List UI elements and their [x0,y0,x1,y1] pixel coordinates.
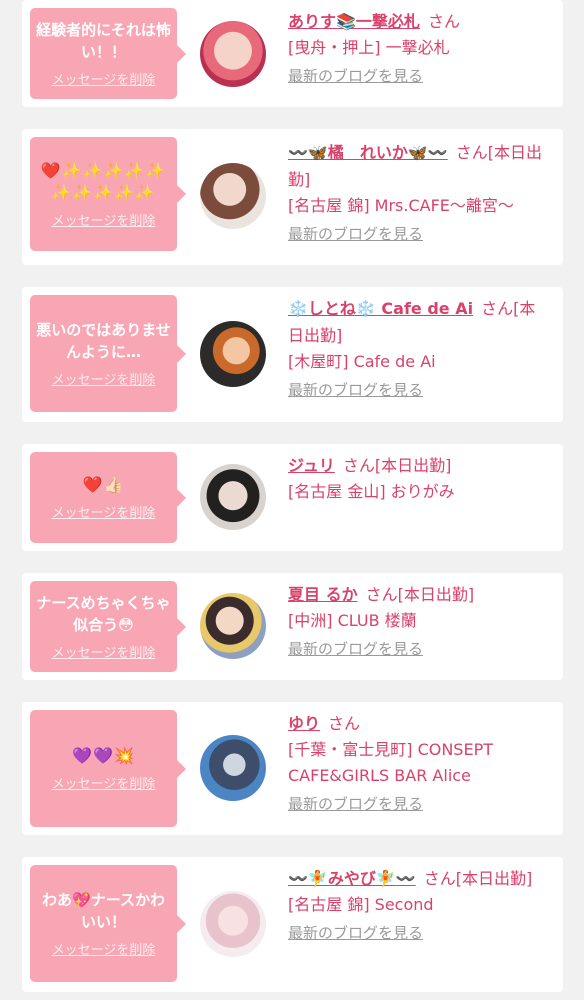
honorific: さん [365,585,398,604]
message-bubble: 経験者的にそれは怖い！！ メッセージを削除 [30,8,186,99]
shop-name: [名古屋 錦] Second [288,895,434,914]
message-card: わあ💖ナースかわいい！ メッセージを削除 〰️🧚みやび🧚〰️ さん[本日出勤] [… [22,857,563,992]
latest-blog-link[interactable]: 最新のブログを見る [288,65,423,87]
delete-message-link[interactable]: メッセージを削除 [52,773,156,792]
avatar[interactable] [200,163,266,229]
message-card: ナースめちゃくちゃ似合う😳 メッセージを削除 夏目 るか さん[本日出勤] [中洲… [22,573,563,680]
avatar[interactable] [200,464,266,530]
shop-name: [名古屋 金山] おりがみ [288,482,455,501]
delete-message-link[interactable]: メッセージを削除 [52,369,156,388]
name-line: ジュリ さん[本日出勤] [288,452,551,479]
status-text: [本日出勤] [374,456,452,475]
message-card: 💜💜💥 メッセージを削除 ゆり さん [千葉・富士見町] CONSEPT CAFE… [22,702,563,835]
sender-name-link[interactable]: ゆり [288,714,320,733]
message-card: ❤️👍🏻 メッセージを削除 ジュリ さん[本日出勤] [名古屋 金山] おりがみ [22,444,563,551]
message-text: 悪いのではありませんように… [36,321,171,361]
avatar[interactable] [200,891,266,957]
name-line: 〰️🧚みやび🧚〰️ さん[本日出勤] [288,865,551,892]
message-list: 経験者的にそれは怖い！！ メッセージを削除 ありす📚一撃必札 さん [曳舟・押上]… [0,0,584,1000]
honorific: さん [481,299,514,318]
name-line: ❄️しとね❄️ Cafe de Ai さん[本日出勤] [288,295,551,349]
delete-message-link[interactable]: メッセージを削除 [52,69,156,88]
avatar[interactable] [200,735,266,801]
honorific: さん [328,714,361,733]
latest-blog-link[interactable]: 最新のブログを見る [288,638,423,660]
latest-blog-link[interactable]: 最新のブログを見る [288,223,423,245]
latest-blog-link[interactable]: 最新のブログを見る [288,379,423,401]
sender-info: ありす📚一撃必札 さん [曳舟・押上] 一撃必札 最新のブログを見る [288,8,551,87]
shop-name: [中洲] CLUB 楼蘭 [288,611,417,630]
sender-info: ジュリ さん[本日出勤] [名古屋 金山] おりがみ [288,452,551,505]
message-bubble: ❤️✨✨✨✨✨✨✨✨✨✨ メッセージを削除 [30,137,186,251]
sender-info: 夏目 るか さん[本日出勤] [中洲] CLUB 楼蘭 最新のブログを見る [288,581,551,660]
message-text: 経験者的にそれは怖い！！ [36,21,171,61]
sender-info: 〰️🦋橘 れいか🦋〰️ さん[本日出勤] [名古屋 錦] Mrs.CAFE〜離宮〜… [288,139,551,245]
honorific: さん [342,456,375,475]
message-bubble: ナースめちゃくちゃ似合う😳 メッセージを削除 [30,581,186,672]
shop-name: [曳舟・押上] 一撃必札 [288,38,450,57]
message-bubble: ❤️👍🏻 メッセージを削除 [30,452,186,543]
delete-message-link[interactable]: メッセージを削除 [52,502,156,521]
shop-name: [千葉・富士見町] CONSEPT CAFE&GIRLS BAR Alice [288,740,493,785]
delete-message-link[interactable]: メッセージを削除 [52,939,156,958]
latest-blog-link[interactable]: 最新のブログを見る [288,922,423,944]
honorific: さん [427,12,460,31]
name-line: 夏目 るか さん[本日出勤] [288,581,551,608]
message-text: ❤️✨✨✨✨✨✨✨✨✨✨ [40,160,167,202]
name-line: ゆり さん [288,710,551,737]
latest-blog-link[interactable]: 最新のブログを見る [288,793,423,815]
message-bubble: 💜💜💥 メッセージを削除 [30,710,186,827]
honorific: さん [423,869,456,888]
sender-info: ゆり さん [千葉・富士見町] CONSEPT CAFE&GIRLS BAR Al… [288,710,551,815]
avatar[interactable] [200,321,266,387]
sender-name-link[interactable]: 夏目 るか [288,585,358,604]
delete-message-link[interactable]: メッセージを削除 [52,210,156,229]
avatar[interactable] [200,593,266,659]
shop-name: [名古屋 錦] Mrs.CAFE〜離宮〜 [288,196,514,215]
message-card: 悪いのではありませんように… メッセージを削除 ❄️しとね❄️ Cafe de … [22,287,563,422]
message-text: ❤️👍🏻 [82,475,125,494]
name-line: 〰️🦋橘 れいか🦋〰️ さん[本日出勤] [288,139,551,193]
message-card: 経験者的にそれは怖い！！ メッセージを削除 ありす📚一撃必札 さん [曳舟・押上]… [22,0,563,107]
message-bubble: わあ💖ナースかわいい！ メッセージを削除 [30,865,186,982]
message-text: わあ💖ナースかわいい！ [42,891,165,931]
sender-info: 〰️🧚みやび🧚〰️ さん[本日出勤] [名古屋 錦] Second 最新のブログを… [288,865,551,944]
sender-info: ❄️しとね❄️ Cafe de Ai さん[本日出勤] [木屋町] Cafe de… [288,295,551,401]
sender-name-link[interactable]: ❄️しとね❄️ Cafe de Ai [288,299,473,318]
message-card: ❤️✨✨✨✨✨✨✨✨✨✨ メッセージを削除 〰️🦋橘 れいか🦋〰️ さん[本日出勤… [22,129,563,265]
message-text: 💜💜💥 [72,746,135,765]
status-text: [本日出勤] [455,869,533,888]
sender-name-link[interactable]: ジュリ [288,456,335,475]
avatar[interactable] [200,21,266,87]
delete-message-link[interactable]: メッセージを削除 [52,642,156,661]
status-text: [本日出勤] [397,585,475,604]
name-line: ありす📚一撃必札 さん [288,8,551,35]
sender-name-link[interactable]: ありす📚一撃必札 [288,12,420,31]
message-text: ナースめちゃくちゃ似合う😳 [36,594,171,634]
sender-name-link[interactable]: 〰️🧚みやび🧚〰️ [288,869,416,888]
sender-name-link[interactable]: 〰️🦋橘 れいか🦋〰️ [288,143,448,162]
message-bubble: 悪いのではありませんように… メッセージを削除 [30,295,186,412]
honorific: さん [455,143,488,162]
shop-name: [木屋町] Cafe de Ai [288,352,436,371]
